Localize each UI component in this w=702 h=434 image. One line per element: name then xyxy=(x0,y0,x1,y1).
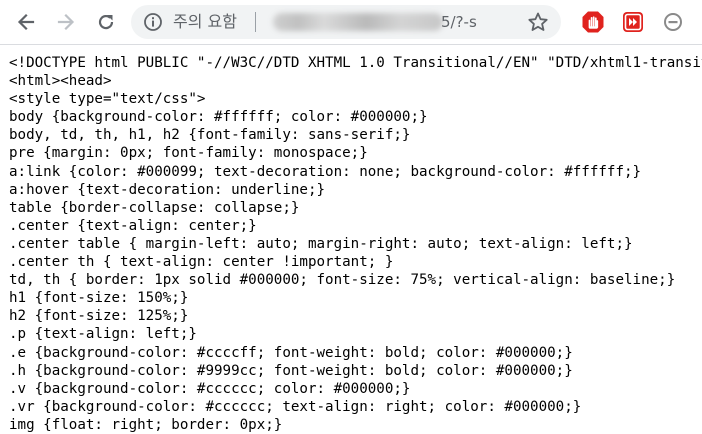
omnibox-divider xyxy=(255,12,256,32)
reload-button[interactable] xyxy=(92,8,120,36)
source-line: a:hover {text-decoration: underline;} xyxy=(9,181,326,198)
source-line: .p {text-align: left;} xyxy=(9,326,197,343)
disabled-extension-icon[interactable] xyxy=(661,10,685,34)
url-redacted xyxy=(273,13,443,31)
source-line: body {background-color: #ffffff; color: … xyxy=(9,109,428,126)
adblock-extension-icon[interactable] xyxy=(581,10,605,34)
source-line: a:link {color: #000099; text-decoration:… xyxy=(9,163,642,180)
source-line: .center th { text-align: center !importa… xyxy=(9,254,394,271)
url-text[interactable]: 5/?-s xyxy=(441,11,477,33)
source-line: <style type="text/css"> xyxy=(9,91,206,108)
source-line: .e {background-color: #ccccff; font-weig… xyxy=(9,344,573,361)
source-line: table {border-collapse: collapse;} xyxy=(9,199,300,216)
star-outline-icon[interactable] xyxy=(527,11,549,33)
info-circle-icon[interactable] xyxy=(143,12,163,32)
source-line: .center table { margin-left: auto; margi… xyxy=(9,235,633,252)
source-line: h2 {font-size: 125%;} xyxy=(9,308,189,325)
source-line: <html><head> xyxy=(9,73,112,90)
source-line: <!DOCTYPE html PUBLIC "-//W3C//DTD XHTML… xyxy=(9,55,702,71)
source-line: h1 {font-size: 150%;} xyxy=(9,290,189,307)
source-line: .v {background-color: #cccccc; color: #0… xyxy=(9,380,411,397)
source-line: td, th { border: 1px solid #000000; font… xyxy=(9,272,676,289)
page-source-view: <!DOCTYPE html PUBLIC "-//W3C//DTD XHTML… xyxy=(9,54,702,434)
source-line: .h {background-color: #9999cc; font-weig… xyxy=(9,362,573,379)
address-bar[interactable]: 주의 요함 5/?-s xyxy=(131,5,561,39)
source-line: pre {margin: 0px; font-family: monospace… xyxy=(9,145,368,162)
forward-button[interactable] xyxy=(52,8,80,36)
arrow-left-icon xyxy=(17,13,35,31)
source-line: .center {text-align: center;} xyxy=(9,217,257,234)
reload-icon xyxy=(98,15,114,30)
security-status-label[interactable]: 주의 요함 xyxy=(173,11,237,33)
back-button[interactable] xyxy=(12,8,40,36)
source-line: body, td, th, h1, h2 {font-family: sans-… xyxy=(9,127,411,144)
arrow-right-icon xyxy=(57,13,75,31)
browser-toolbar: 주의 요함 5/?-s xyxy=(0,0,702,45)
source-line: .vr {background-color: #cccccc; text-ali… xyxy=(9,398,582,415)
source-line: img {float: right; border: 0px;} xyxy=(9,416,283,433)
video-extension-icon[interactable] xyxy=(621,10,645,34)
